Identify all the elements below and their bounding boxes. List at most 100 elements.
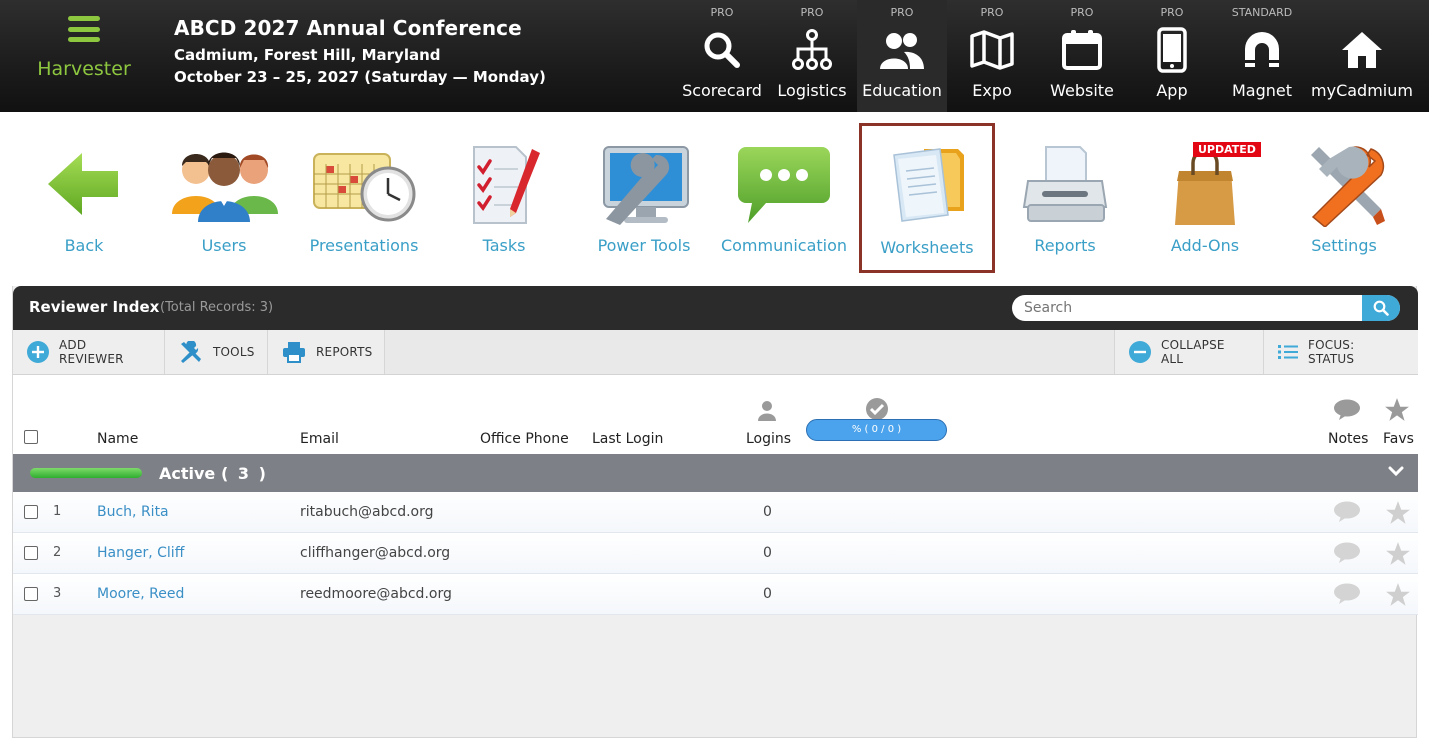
tool-settings[interactable]: Settings (1274, 122, 1414, 272)
chevron-down-icon[interactable] (1388, 464, 1404, 483)
tool-label: Settings (1311, 236, 1377, 255)
module-label: myCadmium (1311, 81, 1413, 100)
reviewer-name-link[interactable]: Buch, Rita (97, 504, 169, 520)
tool-add-ons[interactable]: UPDATED Add-Ons (1135, 122, 1275, 272)
conference-dates: October 23 – 25, 2027 (Saturday — Monday… (174, 68, 546, 86)
search-icon (677, 28, 767, 72)
col-favs[interactable]: Favs (1383, 431, 1414, 447)
module-tier: PRO (1160, 6, 1184, 19)
row-checkbox[interactable] (24, 505, 38, 519)
action-bar: ADD REVIEWER TOOLS REPORTS COLLAPSE ALL … (13, 330, 1418, 375)
tool-tasks[interactable]: Tasks (434, 122, 574, 272)
tool-label: Worksheets (880, 238, 974, 257)
panel-title: Reviewer Index (29, 298, 160, 316)
table-row[interactable]: 2 Hanger, Cliff cliffhanger@abcd.org 0 (13, 533, 1418, 574)
group-active[interactable]: Active ( 3 ) (13, 454, 1418, 492)
collapse-all-button[interactable]: COLLAPSE ALL (1114, 330, 1263, 374)
brand[interactable]: Harvester (24, 12, 144, 80)
search-input[interactable] (1012, 295, 1352, 321)
module-logistics[interactable]: PRO Logistics (767, 0, 857, 112)
tool-users[interactable]: Users (154, 122, 294, 272)
module-mycadmium[interactable]: myCadmium (1307, 0, 1417, 112)
column-header: Name Email Office Phone Last Login Login… (13, 375, 1418, 454)
plus-circle-icon (27, 341, 49, 363)
chat-bubble-icon (714, 138, 854, 230)
module-magnet[interactable]: STANDARD Magnet (1217, 0, 1307, 112)
reviewer-email: cliffhanger@abcd.org (300, 545, 451, 561)
col-last-login[interactable]: Last Login (592, 431, 663, 447)
favorite-star-icon[interactable] (1385, 500, 1411, 530)
tool-power-tools[interactable]: Power Tools (574, 122, 714, 272)
col-notes[interactable]: Notes (1328, 431, 1368, 447)
module-website[interactable]: PRO Website (1037, 0, 1127, 112)
tool-presentations[interactable]: Presentations (294, 122, 434, 272)
module-tier: PRO (800, 6, 824, 19)
tool-label: Presentations (309, 236, 419, 255)
tool-communication[interactable]: Communication (714, 122, 854, 272)
folder-documents-icon (862, 138, 992, 230)
table-row[interactable]: 1 Buch, Rita ritabuch@abcd.org 0 (13, 492, 1418, 533)
tool-back[interactable]: Back (14, 122, 154, 272)
module-tier: PRO (1070, 6, 1094, 19)
reviewer-name-link[interactable]: Hanger, Cliff (97, 545, 184, 561)
module-tier: STANDARD (1231, 6, 1293, 19)
tool-worksheets[interactable]: Worksheets (859, 123, 995, 273)
reviewer-logins: 0 (763, 586, 772, 602)
module-label: Magnet (1231, 81, 1293, 100)
select-all-checkbox[interactable] (24, 430, 38, 444)
col-logins[interactable]: Logins (746, 431, 791, 447)
table-row[interactable]: 3 Moore, Reed reedmoore@abcd.org 0 (13, 574, 1418, 615)
notes-bubble-icon[interactable] (1333, 501, 1361, 527)
focus-status-button[interactable]: FOCUS: STATUS (1263, 330, 1418, 374)
module-label: Scorecard (682, 81, 762, 100)
col-name[interactable]: Name (97, 431, 138, 447)
map-icon (947, 28, 1037, 72)
module-scorecard[interactable]: PRO Scorecard (677, 0, 767, 112)
reviewer-name-link[interactable]: Moore, Reed (97, 586, 184, 602)
users-icon (154, 138, 294, 230)
reviewer-index-panel: Reviewer Index (Total Records: 3) ADD RE… (12, 286, 1418, 738)
module-tier: PRO (890, 6, 914, 19)
col-office-phone[interactable]: Office Phone (480, 431, 569, 447)
list-icon (1278, 344, 1298, 360)
notes-bubble-icon (1333, 399, 1361, 425)
row-checkbox[interactable] (24, 587, 38, 601)
add-reviewer-button[interactable]: ADD REVIEWER (13, 330, 165, 374)
collapse-all-label: COLLAPSE ALL (1161, 338, 1225, 366)
person-icon (756, 399, 778, 425)
updated-badge: UPDATED (1193, 142, 1261, 157)
tool-label: Back (64, 236, 104, 255)
module-label: Expo (972, 81, 1012, 100)
conference-info: ABCD 2027 Annual Conference Cadmium, For… (174, 16, 546, 86)
tools-button[interactable]: TOOLS (165, 330, 268, 374)
module-tier: PRO (980, 6, 1004, 19)
favorite-star-icon[interactable] (1385, 541, 1411, 571)
module-app[interactable]: PRO App (1127, 0, 1217, 112)
group-label: Active (159, 464, 216, 483)
module-tier: PRO (710, 6, 734, 19)
tool-reports[interactable]: Reports (995, 122, 1135, 272)
checklist-icon (434, 138, 574, 230)
notes-bubble-icon[interactable] (1333, 542, 1361, 568)
notes-bubble-icon[interactable] (1333, 583, 1361, 609)
module-education[interactable]: PRO Education (857, 0, 947, 112)
group-count: ( 3 ) (221, 464, 268, 483)
search-icon (1373, 300, 1389, 316)
tool-label: Reports (1034, 236, 1096, 255)
panel-header: Reviewer Index (Total Records: 3) (13, 286, 1418, 330)
add-reviewer-label: ADD REVIEWER (59, 338, 124, 366)
phone-icon (1127, 27, 1217, 73)
section-toolbar: Back Users Presentations Tasks Power Too… (14, 122, 1416, 273)
hamburger-menu-icon[interactable] (68, 16, 100, 42)
group-status-bar (30, 468, 142, 478)
progress-pill: % ( 0 / 0 ) (806, 419, 947, 441)
col-email[interactable]: Email (300, 431, 339, 447)
reports-button[interactable]: REPORTS (268, 330, 385, 374)
reviewer-logins: 0 (763, 545, 772, 561)
tool-label: Users (201, 236, 247, 255)
favorite-star-icon[interactable] (1385, 582, 1411, 612)
search-button[interactable] (1362, 295, 1400, 321)
search-box (1012, 295, 1400, 321)
module-expo[interactable]: PRO Expo (947, 0, 1037, 112)
row-checkbox[interactable] (24, 546, 38, 560)
